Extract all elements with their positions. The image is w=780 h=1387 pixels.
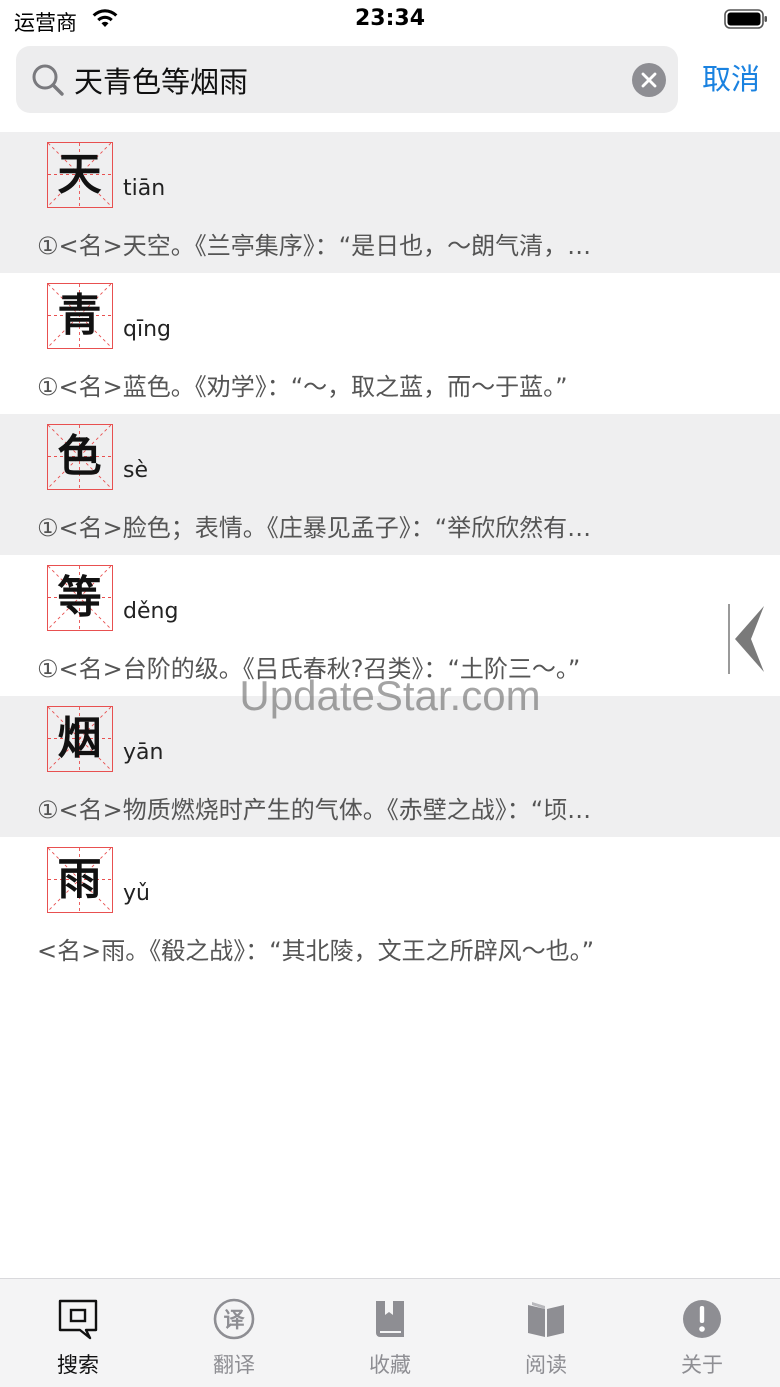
character: 雨 bbox=[57, 854, 102, 905]
search-icon bbox=[32, 64, 64, 96]
definition: ①<名>脸色；表情。《庄暴见孟子》：“举欣欣然有… bbox=[37, 514, 592, 542]
tab-label: 关于 bbox=[681, 1353, 723, 1377]
info-icon bbox=[683, 1300, 721, 1338]
definition: ①<名>蓝色。《劝学》：“～，取之蓝，而～于蓝。” bbox=[37, 373, 568, 401]
character: 青 bbox=[57, 290, 102, 341]
character: 天 bbox=[57, 149, 102, 200]
battery-icon bbox=[724, 9, 767, 29]
definition: <名>雨。《殽之战》：“其北陵，文王之所辟风～也。” bbox=[37, 937, 595, 965]
translate-tab-icon: 译 bbox=[213, 1298, 255, 1340]
app-screen: 运营商 23:34 取消 bbox=[0, 0, 780, 1387]
definition: ①<名>物质燃烧时产生的气体。《赤壁之战》：“顷… bbox=[37, 796, 592, 824]
result-list: 天 tiān ①<名>天空。《兰亭集序》：“是日也，～朗气清，… 青 qīng … bbox=[0, 132, 780, 978]
pinyin: yān bbox=[123, 740, 164, 765]
status-bar: 运营商 23:34 bbox=[0, 0, 780, 40]
clear-search-icon[interactable] bbox=[632, 63, 666, 97]
open-book-icon bbox=[528, 1302, 564, 1337]
status-time: 23:34 bbox=[354, 6, 426, 31]
tab-label: 收藏 bbox=[369, 1353, 411, 1377]
pinyin: yǔ bbox=[123, 881, 150, 906]
character: 等 bbox=[57, 572, 102, 623]
tab-reading[interactable]: 阅读 bbox=[468, 1279, 624, 1387]
svg-text:译: 译 bbox=[224, 1308, 246, 1332]
character-grid-box: 青 bbox=[47, 283, 113, 349]
pinyin: tiān bbox=[123, 176, 166, 201]
tab-label: 搜索 bbox=[57, 1353, 99, 1377]
search-bar[interactable] bbox=[16, 46, 678, 113]
pinyin: děng bbox=[123, 599, 179, 624]
character: 色 bbox=[57, 431, 102, 482]
tab-search[interactable]: 搜索 bbox=[0, 1279, 156, 1387]
definition: ①<名>天空。《兰亭集序》：“是日也，～朗气清，… bbox=[37, 232, 592, 260]
character-grid-box: 等 bbox=[47, 565, 113, 631]
bookmark-book-icon bbox=[376, 1301, 404, 1337]
tab-bar: 搜索 译 翻译 收藏 阅读 关于 bbox=[0, 1278, 780, 1387]
result-item[interactable]: 天 tiān ①<名>天空。《兰亭集序》：“是日也，～朗气清，… bbox=[0, 132, 780, 273]
result-item[interactable]: 色 sè ①<名>脸色；表情。《庄暴见孟子》：“举欣欣然有… bbox=[0, 414, 780, 555]
character-grid-box: 天 bbox=[47, 142, 113, 208]
pinyin: sè bbox=[123, 458, 148, 483]
pinyin: qīng bbox=[123, 317, 171, 342]
character-grid-box: 雨 bbox=[47, 847, 113, 913]
result-item[interactable]: 雨 yǔ <名>雨。《殽之战》：“其北陵，文王之所辟风～也。” bbox=[0, 837, 780, 978]
tab-label: 阅读 bbox=[525, 1353, 567, 1377]
watermark: UpdateStar.com bbox=[239, 672, 541, 719]
result-item[interactable]: 青 qīng ①<名>蓝色。《劝学》：“～，取之蓝，而～于蓝。” bbox=[0, 273, 780, 414]
tab-favorites[interactable]: 收藏 bbox=[312, 1279, 468, 1387]
search-tab-icon bbox=[58, 1299, 98, 1340]
tab-translate[interactable]: 译 翻译 bbox=[156, 1279, 312, 1387]
search-input[interactable] bbox=[74, 58, 614, 102]
collapse-arrow-icon[interactable] bbox=[727, 602, 767, 676]
character-grid-box: 色 bbox=[47, 424, 113, 490]
tab-label: 翻译 bbox=[213, 1353, 255, 1377]
cancel-button[interactable]: 取消 bbox=[690, 58, 772, 100]
tab-about[interactable]: 关于 bbox=[624, 1279, 780, 1387]
